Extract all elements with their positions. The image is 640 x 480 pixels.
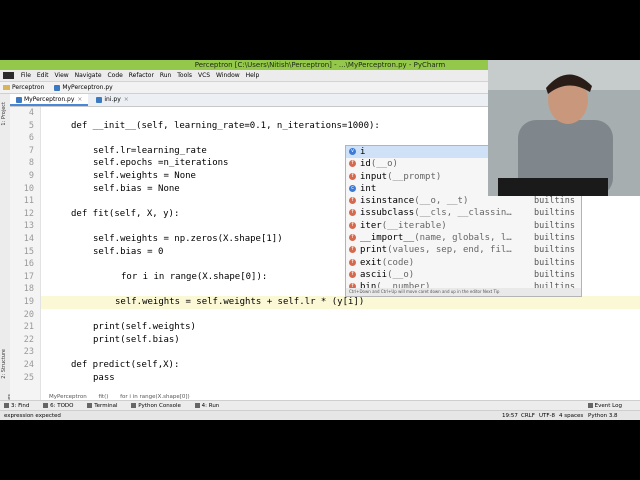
menu-tools[interactable]: Tools [175,70,194,81]
code-line: self.epochs =n_iterations [93,158,229,169]
todo-icon [43,403,49,408]
code-line: print(self.weights) [93,322,196,333]
menu-view[interactable]: View [52,70,70,81]
line-number: 8 [28,158,34,169]
event-log-icon [587,403,593,408]
code-line: pass [93,372,115,383]
menu-edit[interactable]: Edit [35,70,51,81]
code-line: def __init__(self, learning_rate=0.1, n_… [71,120,380,131]
completion-item[interactable]: f exit(code) builtins [346,257,581,269]
class-icon: c [349,184,356,192]
tool-tab-structure[interactable]: 2: Structure [1,349,7,379]
line-number: 13 [23,221,34,232]
indent-setting[interactable]: 4 spaces [559,411,583,420]
completion-item[interactable]: f ascii(__o) builtins [346,269,581,281]
function-icon: f [349,246,356,254]
line-number: 6 [28,133,34,144]
code-line: self.lr=learning_rate [93,145,207,156]
line-number-gutter: 4 5 6 7 8 9 10 11 12 13 14 15 16 17 18 1… [10,107,41,406]
code-line: def fit(self, X, y): [71,208,180,219]
terminal-icon [87,403,93,408]
line-number: 9 [28,171,34,181]
status-bar: expression expected 19:57 CRLF UTF-8 4 s… [0,410,640,420]
menu-code[interactable]: Code [105,70,124,81]
pycharm-icon [3,72,14,79]
line-number: 12 [23,208,34,219]
code-line-current: self.weights = self.weights + self.lr * … [115,297,365,307]
menu-window[interactable]: Window [214,70,242,81]
line-number: 16 [23,259,34,270]
line-number: 22 [23,334,34,345]
menu-help[interactable]: Help [244,70,262,81]
completion-item[interactable]: f __import__(name, globals, l… builtins [346,232,581,244]
completion-item[interactable]: f print(values, sep, end, fil… builtins [346,244,581,256]
autocomplete-hint: Ctrl+Down and Ctrl+Up will move caret do… [346,288,581,296]
line-number: 5 [28,120,34,131]
line-number: 23 [23,347,34,358]
python-file-icon [54,84,61,91]
code-line: print(self.bias) [93,334,180,345]
tool-tab-project[interactable]: 1: Project [1,102,7,126]
folder-icon [3,85,10,90]
code-line: self.bias = 0 [93,246,164,257]
menu-run[interactable]: Run [158,70,174,81]
status-message: expression expected [4,413,61,419]
variable-icon: v [349,148,356,155]
code-line: self.weights = np.zeros(X.shape[1]) [93,234,283,244]
function-icon: f [349,160,356,168]
menu-file[interactable]: File [19,70,33,81]
menu-navigate[interactable]: Navigate [73,70,104,81]
code-line: self.weights = None [93,171,196,181]
function-icon: f [349,258,356,266]
line-number: 4 [28,108,34,118]
close-icon[interactable]: × [77,96,82,103]
tab-ini[interactable]: ini.py × [90,94,134,106]
code-line: for i in range(X.shape[0]): [121,271,268,282]
file-encoding[interactable]: UTF-8 [539,411,555,420]
menu-refactor[interactable]: Refactor [127,70,156,81]
line-number: 15 [23,246,34,257]
python-console-icon [131,403,137,408]
line-number: 21 [23,322,34,333]
python-interpreter[interactable]: Python 3.8 [588,411,618,420]
function-icon: f [349,234,356,242]
function-icon: f [349,270,356,278]
function-icon: f [349,172,356,180]
search-icon [4,403,9,408]
python-file-icon [96,96,103,103]
function-icon: f [349,221,356,229]
line-number: 19 [23,297,34,307]
line-number: 7 [28,145,34,156]
line-number: 24 [23,360,34,370]
code-line: self.bias = None [93,183,180,194]
nav-file[interactable]: MyPerceptron.py [51,82,117,93]
line-number: 14 [23,234,34,244]
caret-position[interactable]: 19:57 [502,411,518,420]
line-number: 25 [23,372,34,383]
line-number: 17 [23,271,34,282]
line-number: 20 [23,309,34,320]
function-icon: f [349,209,356,217]
menu-vcs[interactable]: VCS [196,70,212,81]
code-line: def predict(self,X): [71,360,180,370]
completion-item[interactable]: f isinstance(__o, __t) builtins [346,195,581,207]
line-number: 10 [23,183,34,194]
completion-item[interactable]: f issubclass(__cls, __classin… builtins [346,207,581,219]
line-separator[interactable]: CRLF [521,411,535,420]
python-file-icon [16,96,22,103]
tab-myperceptron[interactable]: MyPerceptron.py × [10,94,89,106]
close-icon[interactable]: × [124,96,129,103]
webcam-overlay [488,60,640,196]
nav-project[interactable]: Perceptron [0,82,49,93]
completion-item[interactable]: f iter(__iterable) builtins [346,220,581,232]
function-icon: f [349,197,356,205]
run-icon [194,403,200,408]
line-number: 18 [23,284,34,295]
line-number: 11 [23,196,34,207]
